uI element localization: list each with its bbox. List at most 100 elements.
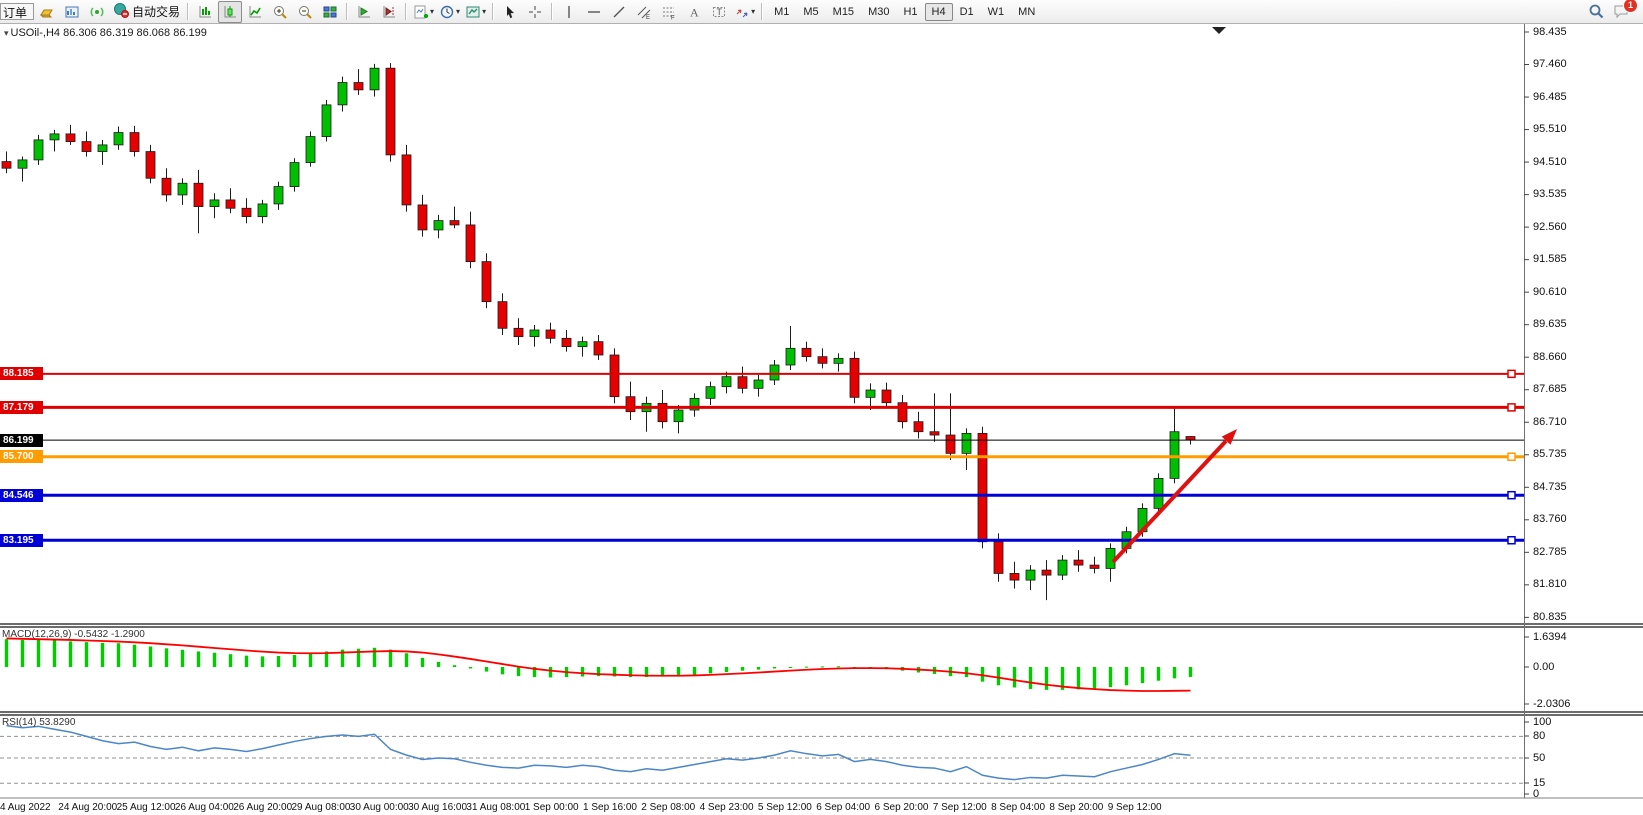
hline-anchor-marker: [1508, 370, 1515, 377]
rsi-axis-label: 100: [1533, 716, 1551, 729]
publish-chart-icon[interactable]: [60, 1, 84, 23]
macd-axis-label: 0.00: [1533, 661, 1554, 674]
timeframe-m15[interactable]: M15: [826, 3, 861, 21]
price-badge: 87.179: [0, 401, 43, 414]
macd-histogram-bar: [581, 667, 584, 677]
zoom-in-icon[interactable]: [268, 1, 292, 23]
dropdown-arrow-icon[interactable]: ▾: [456, 7, 460, 16]
timeframe-m1[interactable]: M1: [767, 3, 796, 21]
svg-text:A: A: [690, 5, 699, 19]
macd-histogram-bar: [1189, 667, 1192, 677]
text-tool-icon[interactable]: A: [682, 1, 706, 23]
price-axis-label: 96.485: [1533, 91, 1567, 104]
price-axis-label: 84.735: [1533, 481, 1567, 494]
time-axis-label: 6 Sep 20:00: [875, 802, 929, 813]
vertical-line-tool-icon[interactable]: [557, 1, 581, 23]
macd-histogram-bar: [469, 667, 472, 668]
macd-histogram-bar: [181, 650, 184, 667]
add-indicator-icon[interactable]: ▾: [411, 1, 436, 23]
macd-histogram-bar: [405, 653, 408, 667]
macd-histogram-bar: [1045, 667, 1048, 690]
trend-arrow-annotation: [1113, 441, 1226, 562]
macd-histogram-bar: [229, 654, 232, 667]
text-label-tool-icon[interactable]: T: [707, 1, 731, 23]
time-axis-label: 30 Aug 16:00: [408, 802, 467, 813]
svg-text:E: E: [646, 15, 650, 20]
timeframe-w1[interactable]: W1: [981, 3, 1012, 21]
price-axis-label: 85.735: [1533, 448, 1567, 461]
arrows-tool-icon[interactable]: ▾: [732, 1, 757, 23]
tile-windows-icon[interactable]: [318, 1, 342, 23]
macd-histogram-bar: [725, 667, 728, 672]
rsi-axis-label: 80: [1533, 730, 1545, 743]
macd-histogram-bar: [709, 667, 712, 673]
trendline-tool-icon[interactable]: [607, 1, 631, 23]
toolbar-separator: [551, 3, 553, 20]
price-axis-label: 83.760: [1533, 513, 1567, 526]
timeframe-mn[interactable]: MN: [1011, 3, 1042, 21]
toolbar-separator: [346, 3, 348, 20]
zoom-out-icon[interactable]: [293, 1, 317, 23]
channel-tool-icon[interactable]: E: [632, 1, 656, 23]
hline-anchor-marker: [1508, 537, 1515, 544]
time-axis-label: 31 Aug 08:00: [466, 802, 525, 813]
autotrade-button[interactable]: 自动交易: [110, 2, 183, 21]
chart-shift-marker-icon: [1212, 27, 1226, 34]
price-badge: 88.185: [0, 367, 43, 380]
macd-histogram-bar: [1173, 667, 1176, 678]
horizontal-line-tool-icon[interactable]: [582, 1, 606, 23]
templates-icon[interactable]: ▾: [463, 1, 488, 23]
macd-histogram-bar: [389, 650, 392, 667]
autotrade-icon: [113, 2, 129, 21]
macd-histogram-bar: [757, 667, 760, 670]
dropdown-arrow-icon[interactable]: ▾: [430, 7, 434, 16]
macd-histogram-bar: [245, 656, 248, 667]
toolbar-separator: [187, 3, 189, 20]
macd-histogram-bar: [53, 640, 56, 667]
chart-area[interactable]: ▾USOil-,H4 86.306 86.319 86.068 86.199 8…: [0, 24, 1643, 815]
macd-histogram-bar: [165, 648, 168, 667]
signal-icon[interactable]: [85, 1, 109, 23]
macd-histogram-bar: [549, 667, 552, 677]
timeframe-m30[interactable]: M30: [861, 3, 896, 21]
timeframe-d1[interactable]: D1: [953, 3, 981, 21]
crosshair-icon[interactable]: [523, 1, 547, 23]
time-axis-label: 25 Aug 12:00: [117, 802, 176, 813]
macd-histogram-bar: [677, 667, 680, 676]
notifications-chat-icon[interactable]: 1: [1609, 1, 1633, 23]
time-axis-label: 9 Sep 12:00: [1108, 802, 1162, 813]
chart-shift-icon[interactable]: [377, 1, 401, 23]
dropdown-arrow-icon[interactable]: ▾: [751, 7, 755, 16]
cursor-icon[interactable]: [498, 1, 522, 23]
macd-label: MACD(12,26,9) -0.5432 -1.2900: [2, 629, 145, 640]
bar-chart-icon[interactable]: [193, 1, 217, 23]
time-axis-label: 7 Sep 12:00: [933, 802, 987, 813]
search-icon[interactable]: [1584, 1, 1608, 23]
line-chart-icon[interactable]: [243, 1, 267, 23]
macd-histogram-bar: [517, 667, 520, 676]
time-axis-label: 2 Sep 08:00: [641, 802, 695, 813]
price-badge: 84.546: [0, 489, 43, 502]
timeframe-h4[interactable]: H4: [925, 3, 953, 21]
autotrade-label: 自动交易: [132, 3, 180, 20]
time-axis-label: 5 Sep 12:00: [758, 802, 812, 813]
chart-canvas[interactable]: [0, 24, 1643, 815]
periods-clock-icon[interactable]: ▾: [437, 1, 462, 23]
mt4-window: { "toolbar": { "orders_label": "订单", "au…: [0, 0, 1643, 815]
timeframe-m5[interactable]: M5: [796, 3, 825, 21]
macd-histogram-bar: [485, 667, 488, 672]
price-axis-label: 86.710: [1533, 416, 1567, 429]
macd-histogram-bar: [149, 647, 152, 667]
candlestick-chart-icon[interactable]: [218, 1, 242, 23]
timeframe-h1[interactable]: H1: [896, 3, 924, 21]
notification-badge[interactable]: 1: [1623, 0, 1638, 13]
fibonacci-tool-icon[interactable]: F: [657, 1, 681, 23]
gold-bars-icon[interactable]: [35, 1, 59, 23]
orders-button[interactable]: 订单: [0, 3, 34, 20]
price-badge: 85.700: [0, 450, 43, 463]
price-axis-label: 94.510: [1533, 156, 1567, 169]
autoscroll-icon[interactable]: [352, 1, 376, 23]
dropdown-arrow-icon[interactable]: ▾: [482, 7, 486, 16]
macd-histogram-bar: [501, 667, 504, 674]
price-axis-label: 97.460: [1533, 58, 1567, 71]
